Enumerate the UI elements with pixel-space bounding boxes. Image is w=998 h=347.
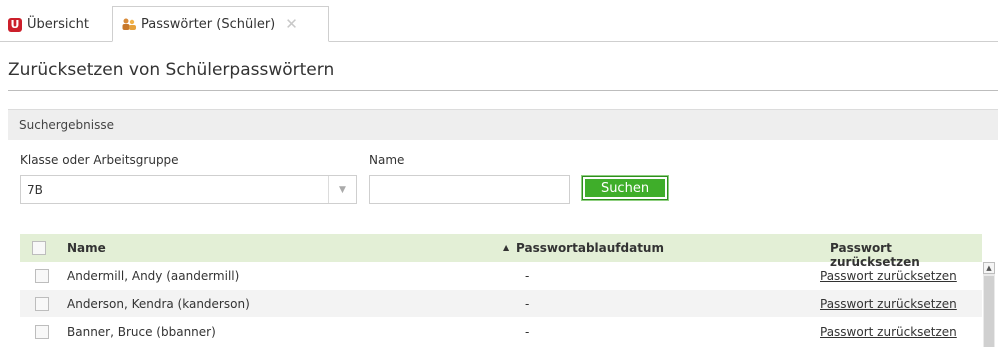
close-tab-icon[interactable]: ✕ — [285, 15, 298, 33]
reset-password-link[interactable]: Passwort zurücksetzen — [820, 325, 957, 339]
column-header-name[interactable]: Name — [67, 241, 106, 255]
row-expiry: - — [525, 269, 530, 283]
row-checkbox[interactable] — [35, 297, 49, 311]
name-input[interactable] — [369, 175, 570, 204]
tab-overview[interactable]: U Übersicht — [8, 8, 89, 41]
table-scrollbar[interactable]: ▲ — [983, 262, 995, 347]
row-checkbox[interactable] — [35, 325, 49, 339]
row-name: Anderson, Kendra (kanderson) — [67, 297, 250, 311]
reset-password-link[interactable]: Passwort zurücksetzen — [820, 269, 957, 283]
tab-bar: U Übersicht Passwörter (Schüler) ✕ — [0, 0, 998, 42]
table-row: Andermill, Andy (aandermill) - Passwort … — [20, 262, 982, 289]
scroll-up-icon[interactable]: ▲ — [983, 262, 995, 274]
u-logo-icon: U — [8, 17, 22, 32]
row-name: Banner, Bruce (bbanner) — [67, 325, 216, 339]
tab-overview-label: Übersicht — [27, 17, 89, 32]
table-row: Banner, Bruce (bbanner) - Passwort zurüc… — [20, 318, 982, 345]
name-label: Name — [369, 153, 405, 167]
chevron-down-icon[interactable]: ▼ — [328, 176, 356, 203]
title-divider — [8, 90, 998, 91]
select-all-checkbox[interactable] — [32, 241, 46, 255]
class-select[interactable]: 7B ▼ — [20, 175, 357, 204]
tab-student-passwords[interactable]: Passwörter (Schüler) ✕ — [112, 6, 329, 42]
section-header: Suchergebnisse — [8, 109, 998, 140]
class-label: Klasse oder Arbeitsgruppe — [20, 153, 179, 167]
scrollbar-thumb[interactable] — [984, 276, 994, 347]
row-checkbox[interactable] — [35, 269, 49, 283]
page-title: Zurücksetzen von Schülerpasswörtern — [8, 60, 335, 80]
class-select-value: 7B — [27, 183, 43, 197]
table-header: Name ▲ Passwortablaufdatum Passwort zurü… — [20, 234, 982, 269]
tab-student-passwords-label: Passwörter (Schüler) — [141, 16, 276, 32]
row-expiry: - — [525, 325, 530, 339]
search-button[interactable]: Suchen — [581, 175, 669, 201]
column-header-expiry[interactable]: Passwortablaufdatum — [516, 241, 664, 255]
row-name: Andermill, Andy (aandermill) — [67, 269, 240, 283]
row-expiry: - — [525, 297, 530, 311]
section-title: Suchergebnisse — [19, 118, 114, 132]
table-row: Anderson, Kendra (kanderson) - Passwort … — [20, 290, 982, 317]
reset-password-link[interactable]: Passwort zurücksetzen — [820, 297, 957, 311]
sort-ascending-icon[interactable]: ▲ — [503, 243, 509, 252]
users-key-icon — [122, 18, 136, 30]
